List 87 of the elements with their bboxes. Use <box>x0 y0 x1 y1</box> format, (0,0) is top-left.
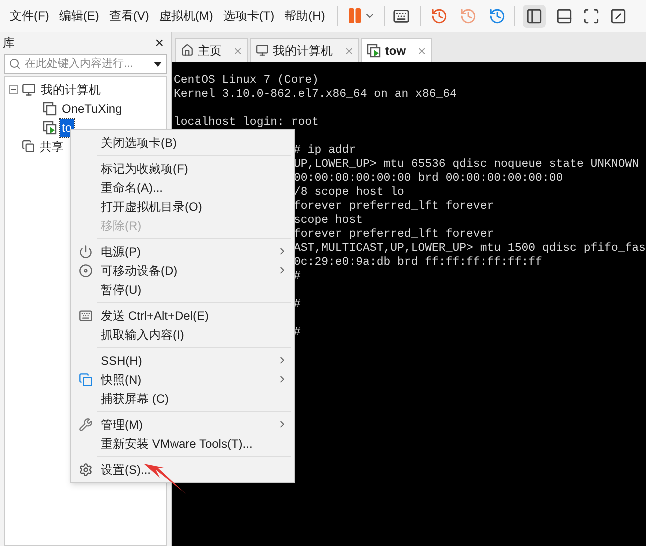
menu-item[interactable]: 选项卡(T) <box>219 7 279 25</box>
menu-option-label: 抓取输入内容(I) <box>101 326 186 344</box>
menu-option[interactable]: 电源(P) <box>71 242 294 261</box>
terminal-line: 00:00:00:00:00:00 brd 00:00:00:00:00:00 <box>294 172 564 185</box>
shared-vm-icon <box>22 140 35 153</box>
menu-option-label: 电源(P) <box>101 244 142 260</box>
menu-option[interactable]: 发送 Ctrl+Alt+Del(E) <box>71 306 294 325</box>
terminal-line: Kernel 3.10.0-862.el7.x86_64 on an x86_64 <box>174 88 457 101</box>
panel-title: 库 <box>3 35 15 52</box>
menu-option-label: 重命名(A)... <box>101 180 164 196</box>
running-vm-icon <box>367 44 382 58</box>
menu-option[interactable]: 快照(N) <box>71 370 294 389</box>
disc-icon <box>79 264 93 278</box>
snapshot-icon <box>79 372 93 386</box>
terminal-line: forever preferred_lft forever <box>294 200 494 213</box>
menu-option-label: 设置(S)... <box>101 462 152 478</box>
wrench-icon <box>79 418 93 432</box>
menu-option-label: 管理(M) <box>101 416 144 434</box>
search-icon <box>9 58 21 70</box>
keyboard-icon <box>79 308 93 322</box>
tab[interactable]: 我的计算机 × <box>250 38 360 62</box>
menu-option[interactable]: 抓取输入内容(I) <box>71 325 294 344</box>
fullscreen-icon[interactable] <box>583 8 600 24</box>
menu-option-label: 重新安装 VMware Tools(T)... <box>101 436 254 452</box>
menu-option[interactable]: 捕获屏幕 (C) <box>71 389 294 408</box>
menu-item[interactable]: 虚拟机(M) <box>155 7 218 25</box>
menu-option[interactable]: 重新安装 VMware Tools(T)... <box>71 434 294 453</box>
menu-option-label: 关闭选项卡(B) <box>101 134 178 152</box>
menu-option-label: SSH(H) <box>101 352 144 370</box>
collapse-toggle[interactable] <box>9 85 18 94</box>
menu-item[interactable]: 编辑(E) <box>55 7 104 25</box>
home-icon <box>181 44 194 57</box>
tab-label: 我的计算机 <box>273 42 334 60</box>
terminal-line: localhost login: root <box>174 116 319 129</box>
tab[interactable]: 主页 × <box>175 38 248 62</box>
tab-label: 主页 <box>198 42 222 60</box>
menu-option[interactable]: 重命名(A)... <box>71 178 294 197</box>
tree-item[interactable]: 我的计算机 <box>40 80 102 98</box>
menu-option-label: 捕获屏幕 (C) <box>101 390 170 408</box>
menu-option[interactable]: 管理(M) <box>71 415 294 434</box>
close-button[interactable]: × <box>151 36 168 50</box>
search-field[interactable]: 在此处键入内容进行... <box>4 54 167 74</box>
snapshot-icon[interactable] <box>431 8 448 24</box>
menu-option-label: 可移动设备(D) <box>101 262 179 280</box>
menu-option-label: 标记为收藏项(F) <box>101 160 190 178</box>
running-vm-icon <box>43 120 57 134</box>
menu-option[interactable]: 暂停(U) <box>71 280 294 299</box>
computer-icon <box>22 82 36 96</box>
terminal-line: scope host <box>294 214 364 227</box>
terminal-line: /8 scope host lo <box>294 186 404 199</box>
menu-option[interactable]: 设置(S)... <box>71 460 294 479</box>
snapshot-manager-icon[interactable] <box>489 8 506 24</box>
menu-option[interactable]: 打开虚拟机目录(O) <box>71 197 294 216</box>
computer-icon <box>256 44 270 57</box>
dropdown-icon <box>154 62 162 66</box>
menu-option[interactable]: SSH(H) <box>71 351 294 370</box>
menu-item[interactable]: 查看(V) <box>105 7 154 25</box>
terminal-line: # <box>294 298 301 311</box>
terminal-line: # ip addr <box>294 144 356 157</box>
library-toggle[interactable] <box>523 4 546 28</box>
terminal-line: 0c:29:e0:9a:db brd ff:ff:ff:ff:ff:ff <box>294 256 542 269</box>
menu-option[interactable]: 标记为收藏项(F) <box>71 159 294 178</box>
menu-option-label: 移除(R) <box>101 218 143 234</box>
tree-item[interactable]: OneTuXing <box>60 100 124 118</box>
terminal-line: UP,LOWER_UP> mtu 65536 qdisc noqueue state UNKNOWN <box>294 158 640 171</box>
settings-icon <box>79 462 93 476</box>
menu-option[interactable]: 可移动设备(D) <box>71 261 294 280</box>
terminal-line: # <box>294 270 301 283</box>
terminal-line: CentOS Linux 7 (Core) <box>174 74 319 87</box>
power-icon <box>79 244 93 258</box>
pause-button[interactable] <box>346 7 376 25</box>
menu-option-label: 快照(N) <box>101 372 143 388</box>
unity-icon[interactable] <box>610 8 628 24</box>
tree-item[interactable]: 共享 <box>39 138 65 156</box>
terminal-line: AST,MULTICAST,UP,LOWER_UP> mtu 1500 qdisc pfifo_fas <box>294 242 646 255</box>
menu-item[interactable]: 文件(F) <box>6 7 54 25</box>
terminal-line: # <box>294 326 301 339</box>
vm-icon <box>43 102 57 116</box>
terminal-line: forever preferred_lft forever <box>294 228 494 241</box>
menu-option-label: 暂停(U) <box>101 282 143 298</box>
send-keys-icon[interactable] <box>393 8 410 24</box>
tab[interactable]: tow × <box>361 38 432 62</box>
panel-icon[interactable] <box>556 8 574 24</box>
menu-option-label: 发送 Ctrl+Alt+Del(E) <box>101 308 210 324</box>
menu-option-label: 打开虚拟机目录(O) <box>101 198 204 216</box>
tab-label: tow <box>385 42 406 60</box>
menu-item[interactable]: 帮助(H) <box>280 7 330 25</box>
